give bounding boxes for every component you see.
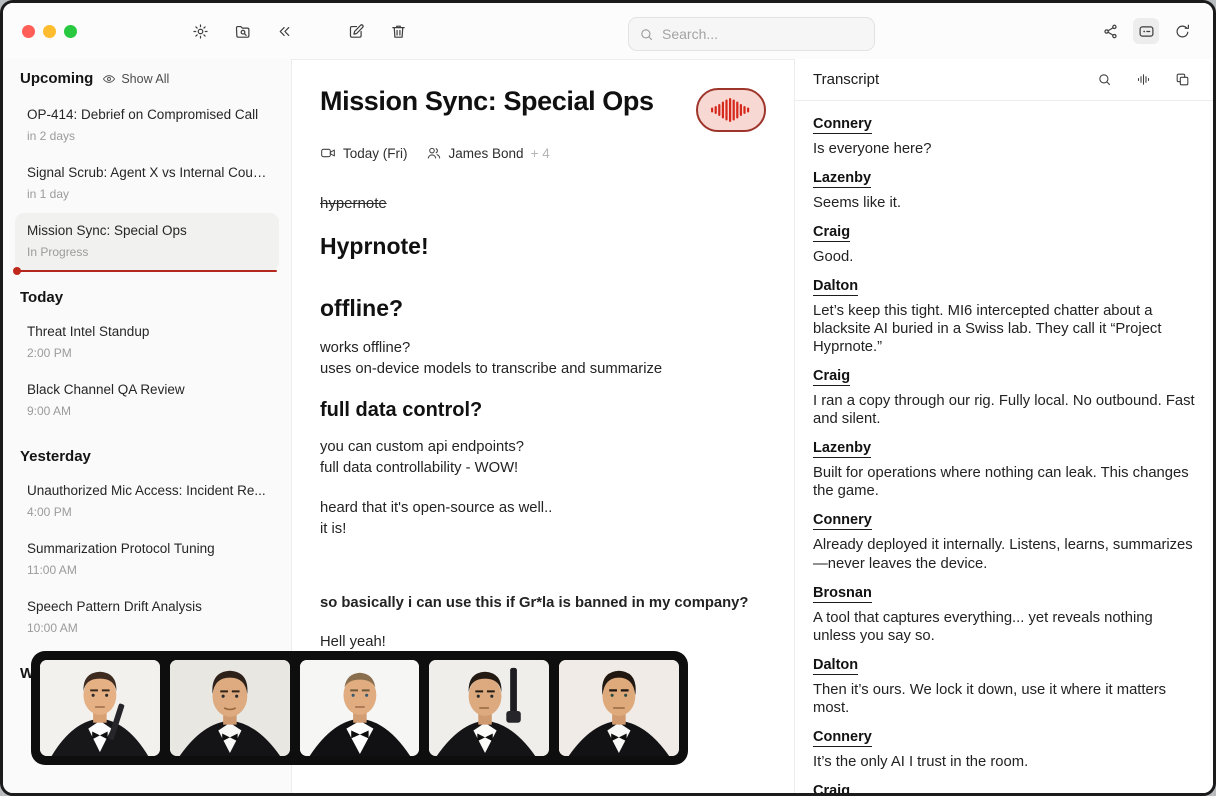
search-icon [639,27,654,42]
edit-icon [348,23,365,40]
widget-panel-icon [1138,23,1155,40]
transcript-body: Connery Is everyone here? Lazenby Seems … [795,101,1213,796]
sidebar-item-speech-pattern[interactable]: Speech Pattern Drift Analysis 10:00 AM [15,589,279,647]
note-paragraph-opensource: heard that it's open-source as well.. it… [320,498,766,541]
sidebar-section-yesterday: Yesterday [3,430,291,469]
speaker-name[interactable]: Lazenby [813,170,871,188]
speaker-name[interactable]: Brosnan [813,585,872,603]
sidebar-item-threat-intel[interactable]: Threat Intel Standup 2:00 PM [15,314,279,372]
speaker-name[interactable]: Craig [813,783,850,796]
search-icon [1097,72,1112,87]
video-camera-icon [320,145,336,161]
note-heading-full-data-control: full data control? [320,399,766,422]
trash-icon [390,23,407,40]
share-button[interactable] [1097,18,1123,44]
lazenby-portrait [170,660,290,756]
transcript-copy-button[interactable] [1169,67,1195,93]
transcript-entry: Craig Good. [813,223,1195,266]
in-progress-bar [20,270,277,272]
meeting-date-chip[interactable]: Today (Fri) [320,145,408,161]
sidebar-item-signal-scrub[interactable]: Signal Scrub: Agent X vs Internal Coun..… [15,155,279,213]
speaker-name[interactable]: Craig [813,368,850,386]
copy-icon [1175,72,1190,87]
transcript-entry: Connery Is everyone here? [813,115,1195,158]
note-paragraph-question: so basically i can use this if Gr*la is … [320,593,766,614]
eye-icon [102,72,116,86]
toolbar [3,3,1213,59]
note-heading-hyprnote: Hyprnote! [320,233,766,260]
speaker-name[interactable]: Craig [813,224,850,242]
gear-icon [192,23,209,40]
chevrons-left-icon [276,23,293,40]
note-paragraph-offline: works offline? uses on-device models to … [320,338,766,381]
connery-portrait [40,660,160,756]
people-icon [426,145,442,161]
note-heading-offline: offline? [320,295,766,322]
note-title[interactable]: Mission Sync: Special Ops [320,86,654,117]
transcript-entry: Lazenby Seems like it. [813,169,1195,212]
search-input[interactable] [662,26,842,42]
speaker-name[interactable]: Connery [813,512,872,530]
transcript-entry: Brosnan A tool that captures everything.… [813,584,1195,645]
app-window: Upcoming Show All OP-414: Debrief on Com… [0,0,1216,796]
sync-button[interactable] [1169,18,1195,44]
note-preview-photo-strip[interactable] [31,651,688,765]
transcript-entry: Connery It’s the only AI I trust in the … [813,728,1195,771]
record-button[interactable] [696,88,766,132]
speaker-name[interactable]: Dalton [813,278,858,296]
delete-note-button[interactable] [385,18,411,44]
sidebar-section-upcoming: Upcoming [20,70,93,87]
sidebar-item-summarization-protocol[interactable]: Summarization Protocol Tuning 11:00 AM [15,531,279,589]
speaker-name[interactable]: Connery [813,116,872,134]
sidebar-item-mission-sync[interactable]: Mission Sync: Special Ops In Progress [15,213,279,271]
sidebar-item-op414[interactable]: OP-414: Debrief on Compromised Call in 2… [15,97,279,155]
traffic-lights [22,25,77,38]
zoom-button[interactable] [64,25,77,38]
speaker-name[interactable]: Connery [813,729,872,747]
participants-more: + 4 [531,146,550,161]
dalton-portrait [559,660,679,756]
note-block-strike: hypernote [320,195,766,212]
refresh-icon [1174,23,1191,40]
transcript-entry: Craig [813,782,1195,796]
folder-search-icon [234,23,251,40]
sidebar-item-unauthorized-mic[interactable]: Unauthorized Mic Access: Incident Re... … [15,473,279,531]
transcript-entry: Dalton Then it’s ours. We lock it down, … [813,656,1195,717]
note-body[interactable]: hypernote Hyprnote! offline? works offli… [320,195,766,654]
transcript-entry: Dalton Let’s keep this tight. MI6 interc… [813,277,1195,356]
speaker-name[interactable]: Dalton [813,657,858,675]
show-all-button[interactable]: Show All [102,72,169,86]
participants-chip[interactable]: James Bond + 4 [426,145,550,161]
settings-button[interactable] [187,18,213,44]
craig-portrait [300,660,420,756]
transcript-search-button[interactable] [1091,67,1117,93]
transcript-audio-button[interactable] [1130,67,1156,93]
transcript-entry: Connery Already deployed it internally. … [813,511,1195,572]
close-button[interactable] [22,25,35,38]
widget-panel-button[interactable] [1133,18,1159,44]
global-search [628,17,875,51]
new-note-button[interactable] [343,18,369,44]
in-progress-dot [13,267,21,275]
note-paragraph-api: you can custom api endpoints? full data … [320,437,766,480]
sidebar-item-black-channel[interactable]: Black Channel QA Review 9:00 AM [15,372,279,430]
transcript-entry: Craig I ran a copy through our rig. Full… [813,367,1195,428]
recording-waveform-icon [709,97,753,123]
folder-search-button[interactable] [229,18,255,44]
share-icon [1102,23,1119,40]
transcript-entry: Lazenby Built for operations where nothi… [813,439,1195,500]
transcript-panel: Transcript Connery Is everyone he [795,59,1213,796]
minimize-button[interactable] [43,25,56,38]
waveform-icon [1136,72,1151,87]
brosnan-portrait [429,660,549,756]
collapse-sidebar-button[interactable] [271,18,297,44]
speaker-name[interactable]: Lazenby [813,440,871,458]
transcript-title: Transcript [813,71,879,88]
sidebar-section-today: Today [3,271,291,310]
